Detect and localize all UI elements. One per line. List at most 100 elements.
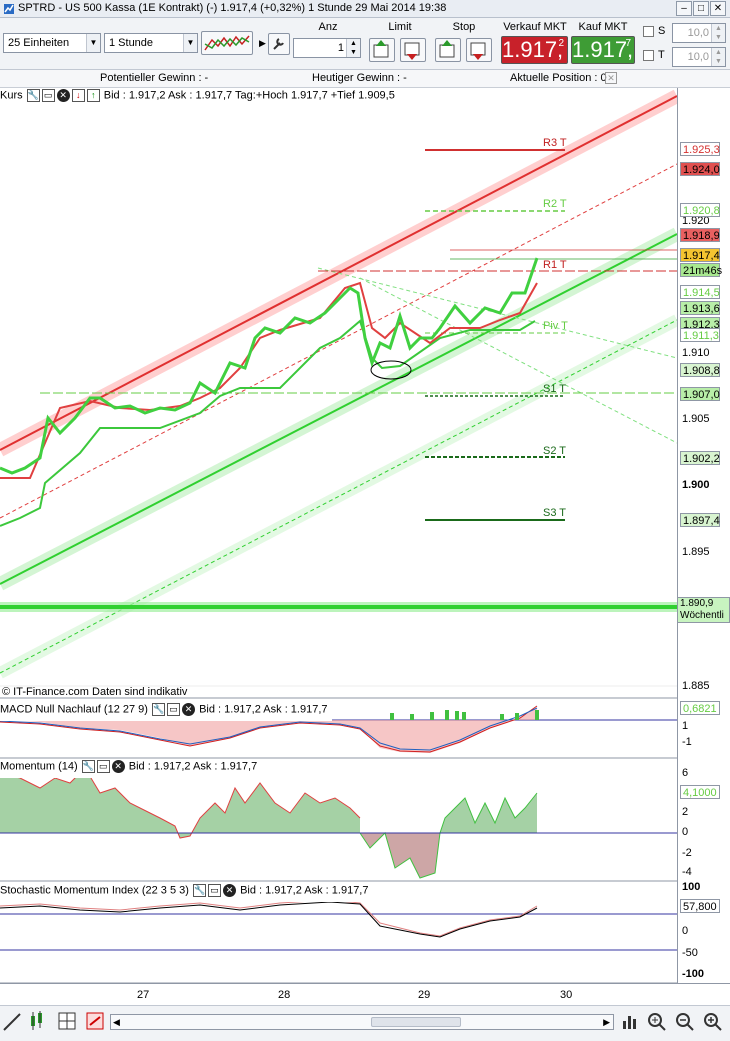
x-axis-label: 27 xyxy=(137,989,150,1001)
wrench-icon[interactable]: 🔧 xyxy=(152,703,166,716)
zoom-fit-icon[interactable] xyxy=(647,1012,667,1032)
wrench-icon xyxy=(273,38,284,50)
stop-buy-button[interactable] xyxy=(435,38,461,62)
macd-panel-info: Bid : 1.917,2 Ask : 1.917,7 xyxy=(199,703,328,716)
close-icon[interactable]: ✕ xyxy=(111,760,125,773)
horizontal-scrollbar[interactable]: ◀ ▶ xyxy=(110,1014,614,1030)
r2-label: R2 T xyxy=(543,198,567,210)
momentum-axis-label: 2 xyxy=(682,806,689,818)
stoch-axis-label: -100 xyxy=(682,968,705,980)
chart-type-button[interactable] xyxy=(201,31,253,55)
units-select[interactable]: 25 Einheiten ▼ xyxy=(3,33,101,53)
chevron-down-icon: ▼ xyxy=(86,34,100,52)
spinner-icon[interactable]: ▲ ▼ xyxy=(346,39,360,57)
price-tag: 1.918,9 xyxy=(680,228,720,242)
wrench-icon[interactable]: 🔧 xyxy=(193,884,206,897)
momentum-panel-info: Bid : 1.917,2 Ask : 1.917,7 xyxy=(128,760,258,773)
price-axis-label: 1.905 xyxy=(682,413,710,425)
main-panel-info: Bid : 1.917,2 Ask : 1.917,7 Tag:+Hoch 1.… xyxy=(103,89,395,102)
chart-canvas xyxy=(0,89,730,984)
bar-chart-icon[interactable] xyxy=(620,1012,638,1030)
s-checkbox[interactable] xyxy=(643,26,654,37)
macd-axis-label: -1 xyxy=(682,736,692,748)
stoch-panel-info: Bid : 1.917,2 Ask : 1.917,7 xyxy=(240,884,369,897)
s-label: S xyxy=(658,25,666,37)
stoch-axis-label: 0 xyxy=(682,925,689,937)
price-tag: 1.911,3 xyxy=(680,328,720,342)
price-tag: 1.897,4 xyxy=(680,513,720,527)
scroll-left-icon[interactable]: ◀ xyxy=(113,1015,120,1029)
x-axis: 27 28 29 30 xyxy=(0,983,730,1005)
grid-icon[interactable] xyxy=(58,1012,76,1030)
stop-sell-button[interactable] xyxy=(466,38,492,62)
upper-dashed-line xyxy=(0,163,678,519)
close-position-icon[interactable]: ✕ xyxy=(605,72,617,84)
wrench-icon[interactable]: 🔧 xyxy=(81,760,95,773)
window-icon[interactable]: ▭ xyxy=(167,703,181,716)
momentum-axis-label: 6 xyxy=(682,767,689,779)
arrow-down-icon[interactable]: ↓ xyxy=(71,89,85,102)
macd-value-tag: 0,6821 xyxy=(680,701,720,715)
close-button[interactable]: ✕ xyxy=(710,1,726,16)
t-value: 10,0 xyxy=(687,51,709,63)
chevron-down-icon: ▼ xyxy=(183,34,197,52)
momentum-panel-name: Momentum (14) xyxy=(0,760,78,773)
s2-label: S2 T xyxy=(543,445,567,457)
draw-line-icon[interactable] xyxy=(2,1012,22,1032)
maximize-button[interactable]: □ xyxy=(693,1,709,16)
s-input[interactable]: 10,0 ▲ ▼ xyxy=(672,23,726,43)
limit-sell-button[interactable] xyxy=(400,38,426,62)
zoom-in-icon[interactable] xyxy=(703,1012,723,1032)
main-chart-layer xyxy=(0,89,681,687)
t-checkbox[interactable] xyxy=(643,50,654,61)
wrench-icon[interactable]: 🔧 xyxy=(26,89,40,102)
pivot-label: Piv T xyxy=(543,320,568,332)
limit-buy-button[interactable] xyxy=(369,38,395,62)
arrow-up-icon[interactable]: ↑ xyxy=(86,89,100,102)
stoch-panel-header: Stochastic Momentum Index (22 3 5 3) 🔧 ▭ ✕… xyxy=(0,884,373,902)
window-icon[interactable]: ▭ xyxy=(41,89,55,102)
close-icon[interactable]: ✕ xyxy=(56,89,70,102)
buy-price: 1.917, xyxy=(572,37,634,62)
close-icon[interactable]: ✕ xyxy=(223,884,236,897)
indicator-icon[interactable] xyxy=(86,1012,104,1030)
s1-label: S1 T xyxy=(543,383,567,395)
sell-mkt-button[interactable]: 1.917, 2 xyxy=(501,36,568,64)
s3-label: S3 T xyxy=(543,507,567,519)
price-tag: 1.924,0 xyxy=(680,162,720,176)
stop-label: Stop xyxy=(452,21,476,33)
wrench-button[interactable] xyxy=(268,33,290,55)
buy-mkt-button[interactable]: 1.917, 7 xyxy=(571,36,635,64)
momentum-panel-header: Momentum (14) 🔧 ▭ ✕ Bid : 1.917,2 Ask : 1.… xyxy=(0,760,262,778)
price-tag: 1.907,0 xyxy=(680,387,720,401)
limit-buy-icon xyxy=(373,40,389,58)
gain-bar: Potentieller Gewinn : - Heutiger Gewinn … xyxy=(0,70,730,88)
scroll-right-icon[interactable]: ▶ xyxy=(603,1015,610,1029)
x-axis-label: 30 xyxy=(560,989,573,1001)
price-tag: 21m46s xyxy=(680,263,722,277)
spinner-icon[interactable]: ▲ ▼ xyxy=(711,48,725,66)
minimize-button[interactable]: – xyxy=(676,1,692,16)
momentum-chart-layer xyxy=(0,767,677,879)
toolbar: 25 Einheiten ▼ 1 Stunde ▼ ▶ Anz 1 ▲ ▼ Limit … xyxy=(0,18,730,70)
t-input[interactable]: 10,0 ▲ ▼ xyxy=(672,47,726,67)
price-tag: 1.917,4 xyxy=(680,248,720,262)
stoch-panel-name: Stochastic Momentum Index (22 3 5 3) xyxy=(0,884,189,897)
stop-buy-icon xyxy=(439,40,455,58)
interval-select[interactable]: 1 Stunde ▼ xyxy=(104,33,198,53)
sell-label: Verkauf MKT xyxy=(503,21,567,33)
window-icon[interactable]: ▭ xyxy=(96,760,110,773)
units-value: 25 Einheiten xyxy=(8,37,70,49)
x-axis-label: 29 xyxy=(418,989,431,1001)
buy-label: Kauf MKT xyxy=(578,21,628,33)
scrollbar-thumb[interactable] xyxy=(371,1017,461,1027)
spinner-icon[interactable]: ▲ ▼ xyxy=(711,24,725,42)
close-icon[interactable]: ✕ xyxy=(182,703,196,716)
candles-icon[interactable] xyxy=(28,1010,48,1032)
window-icon[interactable]: ▭ xyxy=(208,884,221,897)
momentum-axis-label: -4 xyxy=(682,866,692,878)
zoom-out-icon[interactable] xyxy=(675,1012,695,1032)
price-tag: 1.914,5 xyxy=(680,285,720,299)
anz-input[interactable]: 1 ▲ ▼ xyxy=(293,38,361,58)
expand-arrow-icon[interactable]: ▶ xyxy=(259,38,266,49)
